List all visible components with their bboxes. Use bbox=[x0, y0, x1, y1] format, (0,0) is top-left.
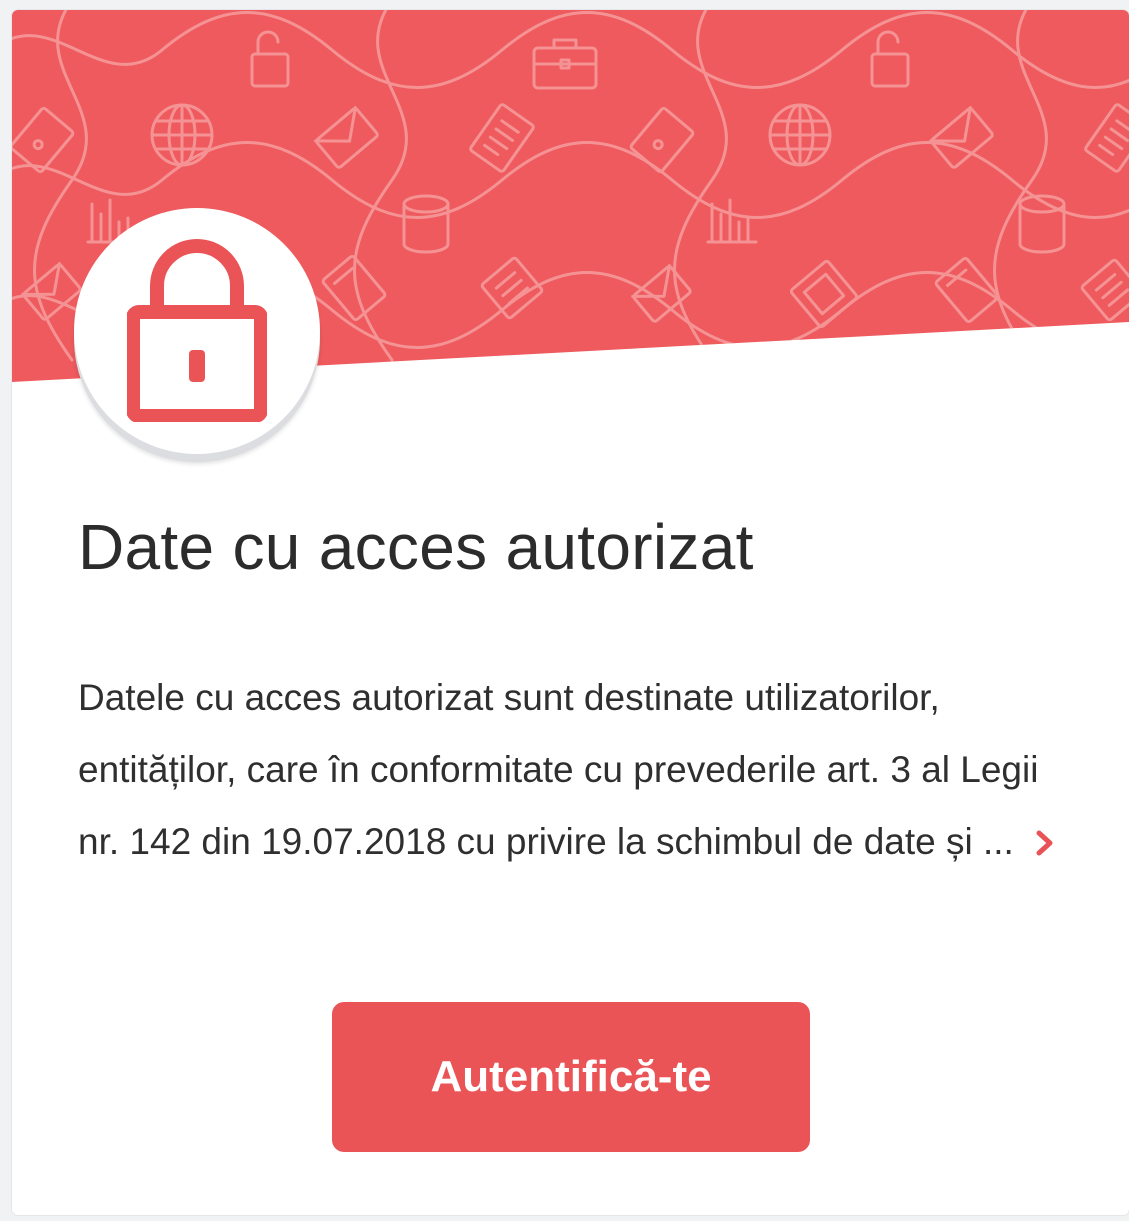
padlock-badge bbox=[74, 208, 320, 454]
description-text: Datele cu acces autorizat sunt destinate… bbox=[78, 677, 1039, 862]
authorized-access-card: Date cu acces autorizat Datele cu acces … bbox=[12, 10, 1129, 1215]
chevron-right-icon bbox=[1036, 821, 1054, 862]
read-more-link[interactable] bbox=[1036, 806, 1054, 878]
padlock-icon bbox=[126, 236, 268, 427]
login-button[interactable]: Autentifică-te bbox=[332, 1002, 810, 1152]
card-title: Date cu acces autorizat bbox=[78, 511, 754, 583]
card-description: Datele cu acces autorizat sunt destinate… bbox=[78, 662, 1078, 878]
